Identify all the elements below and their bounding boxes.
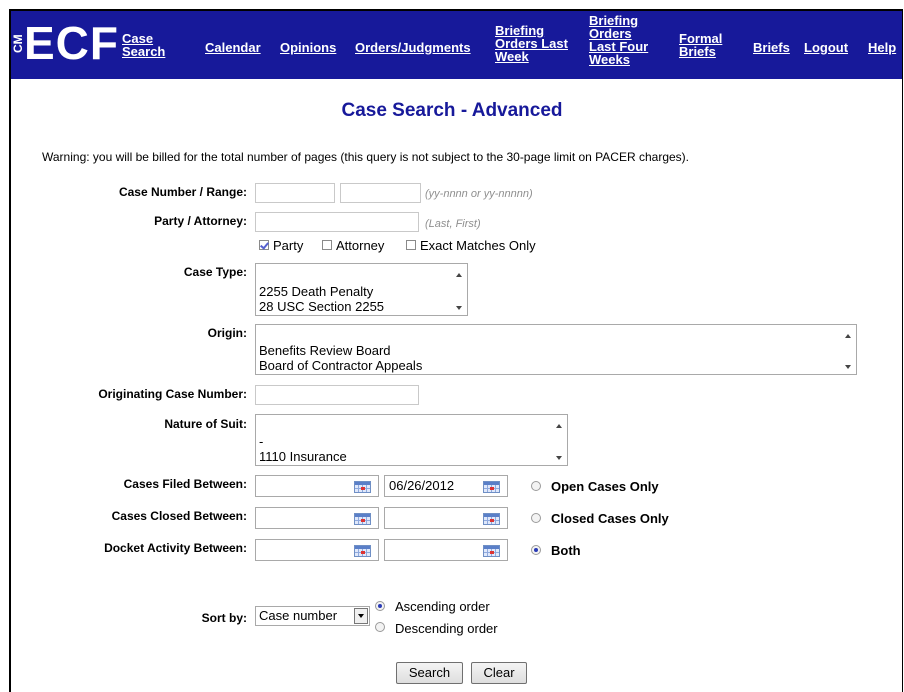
case-type-listbox[interactable]: 2255 Death Penalty 28 USC Section 2255 xyxy=(255,263,468,316)
case-number-label: Case Number / Range: xyxy=(118,185,247,199)
clear-button[interactable]: Clear xyxy=(471,662,527,684)
exact-matches-checkbox-label: Exact Matches Only xyxy=(420,238,536,253)
sort-by-label: Sort by: xyxy=(201,611,247,625)
exact-matches-checkbox[interactable] xyxy=(406,240,416,250)
chevron-down-icon[interactable] xyxy=(354,608,368,624)
scroll-down-icon[interactable] xyxy=(456,306,462,310)
open-cases-label: Open Cases Only xyxy=(551,479,659,494)
nav-formal-briefs[interactable]: Formal Briefs xyxy=(679,32,735,58)
docket-between-label: Docket Activity Between: xyxy=(104,541,247,555)
calendar-icon[interactable] xyxy=(354,481,371,493)
party-attorney-hint: (Last, First) xyxy=(425,218,481,230)
nav-opinions[interactable]: Opinions xyxy=(280,41,336,54)
originating-case-label: Originating Case Number: xyxy=(98,387,247,401)
sort-by-value: Case number xyxy=(259,608,338,623)
calendar-icon[interactable] xyxy=(483,481,500,493)
party-attorney-label: Party / Attorney: xyxy=(154,214,247,228)
scroll-up-icon[interactable] xyxy=(556,424,562,428)
nav-orders-judgments[interactable]: Orders/Judgments xyxy=(355,41,471,54)
calendar-icon[interactable] xyxy=(483,513,500,525)
case-number-hint: (yy-nnnn or yy-nnnnn) xyxy=(425,188,533,200)
descending-radio[interactable] xyxy=(375,622,385,632)
scroll-up-icon[interactable] xyxy=(845,334,851,338)
nav-calendar[interactable]: Calendar xyxy=(205,41,261,54)
case-type-scrollbar[interactable] xyxy=(451,264,467,315)
party-attorney-input[interactable] xyxy=(255,212,419,232)
nav-logout[interactable]: Logout xyxy=(804,41,848,54)
nav-briefing-orders-last-week[interactable]: Briefing Orders Last Week xyxy=(495,24,583,63)
originating-case-input[interactable] xyxy=(255,385,419,405)
nature-of-suit-option[interactable]: - xyxy=(259,434,263,449)
case-number-from-input[interactable] xyxy=(255,183,335,203)
ascending-radio[interactable] xyxy=(375,601,385,611)
both-cases-radio[interactable] xyxy=(531,545,541,555)
calendar-icon[interactable] xyxy=(354,545,371,557)
case-type-option[interactable]: 2255 Death Penalty xyxy=(259,284,373,299)
origin-listbox[interactable]: Benefits Review Board Board of Contracto… xyxy=(255,324,857,375)
nature-of-suit-scrollbar[interactable] xyxy=(551,415,567,465)
origin-option[interactable]: Benefits Review Board xyxy=(259,343,391,358)
case-type-option[interactable]: 28 USC Section 2255 xyxy=(259,299,384,314)
case-type-label: Case Type: xyxy=(183,265,247,279)
ascending-label: Ascending order xyxy=(395,599,490,614)
cmecf-logo[interactable]: CM ECF xyxy=(11,17,122,71)
nav-help[interactable]: Help xyxy=(868,41,896,54)
closed-cases-radio[interactable] xyxy=(531,513,541,523)
nature-of-suit-option[interactable]: 1110 Insurance xyxy=(259,449,347,464)
scroll-up-icon[interactable] xyxy=(456,273,462,277)
logo-ecf-text: ECF xyxy=(24,17,119,69)
billing-warning: Warning: you will be billed for the tota… xyxy=(42,150,689,164)
case-number-to-input[interactable] xyxy=(340,183,421,203)
nav-case-search[interactable]: Case Search xyxy=(122,32,170,58)
calendar-icon[interactable] xyxy=(354,513,371,525)
both-cases-label: Both xyxy=(551,543,581,558)
open-cases-radio[interactable] xyxy=(531,481,541,491)
descending-label: Descending order xyxy=(395,621,498,636)
calendar-icon[interactable] xyxy=(483,545,500,557)
nature-of-suit-label: Nature of Suit: xyxy=(164,417,247,431)
attorney-checkbox-label: Attorney xyxy=(336,238,385,253)
filed-between-label: Cases Filed Between: xyxy=(123,477,247,491)
nav-briefs[interactable]: Briefs xyxy=(753,41,790,54)
origin-label: Origin: xyxy=(207,326,247,340)
nav-briefing-orders-last-four-weeks[interactable]: Briefing Orders Last Four Weeks xyxy=(589,14,661,66)
origin-option[interactable]: Board of Contractor Appeals xyxy=(259,358,422,373)
search-button[interactable]: Search xyxy=(396,662,463,684)
closed-between-label: Cases Closed Between: xyxy=(111,509,247,523)
origin-scrollbar[interactable] xyxy=(840,325,856,374)
nature-of-suit-listbox[interactable]: - 1110 Insurance xyxy=(255,414,568,466)
top-nav-bar: CM ECF Case Search Calendar Opinions Ord… xyxy=(11,11,902,79)
scroll-down-icon[interactable] xyxy=(845,365,851,369)
page-title: Case Search - Advanced xyxy=(341,100,563,121)
attorney-checkbox[interactable] xyxy=(322,240,332,250)
scroll-down-icon[interactable] xyxy=(556,456,562,460)
closed-cases-label: Closed Cases Only xyxy=(551,511,669,526)
party-checkbox-label: Party xyxy=(273,238,304,253)
sort-by-select[interactable]: Case number xyxy=(255,606,370,626)
party-checkbox[interactable] xyxy=(259,240,269,250)
